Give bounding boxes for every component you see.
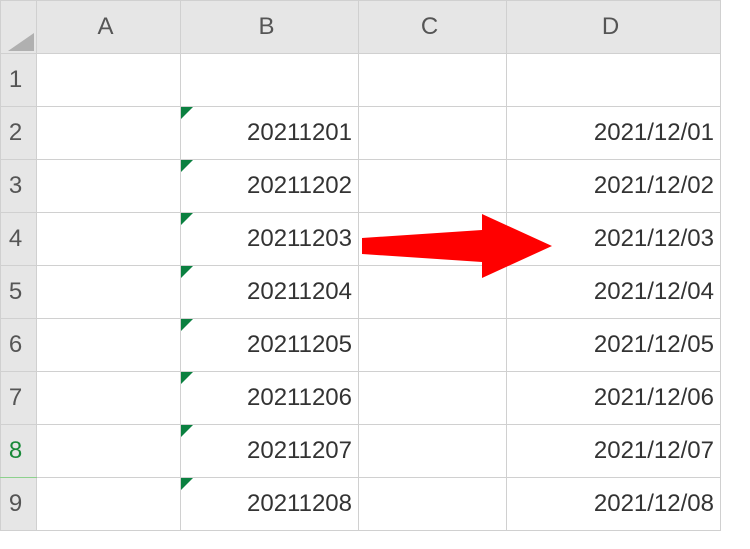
cell-A4[interactable] <box>37 213 181 266</box>
table-row: 9 20211208 2021/12/08 <box>1 478 721 531</box>
cell-D6[interactable]: 2021/12/05 <box>507 319 721 372</box>
cell-A9[interactable] <box>37 478 181 531</box>
cell-D2[interactable]: 2021/12/01 <box>507 107 721 160</box>
cell-C8[interactable] <box>359 425 507 478</box>
cell-C6[interactable] <box>359 319 507 372</box>
col-header-D[interactable]: D <box>507 1 721 54</box>
cell-D1[interactable] <box>507 54 721 107</box>
spreadsheet-grid: A B C D 1 2 20211201 2021/12/01 3 202112… <box>0 0 721 531</box>
col-header-C[interactable]: C <box>359 1 507 54</box>
row-header-8[interactable]: 8 <box>1 425 37 478</box>
row-header-9[interactable]: 9 <box>1 478 37 531</box>
cell-C1[interactable] <box>359 54 507 107</box>
select-all-corner[interactable] <box>1 1 37 54</box>
table-row: 1 <box>1 54 721 107</box>
row-header-6[interactable]: 6 <box>1 319 37 372</box>
cell-D3[interactable]: 2021/12/02 <box>507 160 721 213</box>
cell-D7[interactable]: 2021/12/06 <box>507 372 721 425</box>
cell-B9[interactable]: 20211208 <box>181 478 359 531</box>
cell-C3[interactable] <box>359 160 507 213</box>
cell-C5[interactable] <box>359 266 507 319</box>
cell-C2[interactable] <box>359 107 507 160</box>
cell-A1[interactable] <box>37 54 181 107</box>
cell-D8[interactable]: 2021/12/07 <box>507 425 721 478</box>
cell-C4[interactable] <box>359 213 507 266</box>
row-header-4[interactable]: 4 <box>1 213 37 266</box>
row-header-1[interactable]: 1 <box>1 54 37 107</box>
cell-B3[interactable]: 20211202 <box>181 160 359 213</box>
cell-C7[interactable] <box>359 372 507 425</box>
column-header-row: A B C D <box>1 1 721 54</box>
cell-A7[interactable] <box>37 372 181 425</box>
cell-B2[interactable]: 20211201 <box>181 107 359 160</box>
table-row: 3 20211202 2021/12/02 <box>1 160 721 213</box>
cell-A8[interactable] <box>37 425 181 478</box>
table-row: 6 20211205 2021/12/05 <box>1 319 721 372</box>
cell-C9[interactable] <box>359 478 507 531</box>
cell-D4[interactable]: 2021/12/03 <box>507 213 721 266</box>
cell-B5[interactable]: 20211204 <box>181 266 359 319</box>
col-header-A[interactable]: A <box>37 1 181 54</box>
cell-B8[interactable]: 20211207 <box>181 425 359 478</box>
cell-B4[interactable]: 20211203 <box>181 213 359 266</box>
table-row: 7 20211206 2021/12/06 <box>1 372 721 425</box>
table-row: 2 20211201 2021/12/01 <box>1 107 721 160</box>
table-row: 5 20211204 2021/12/04 <box>1 266 721 319</box>
cell-D5[interactable]: 2021/12/04 <box>507 266 721 319</box>
row-header-7[interactable]: 7 <box>1 372 37 425</box>
cell-B6[interactable]: 20211205 <box>181 319 359 372</box>
cell-D9[interactable]: 2021/12/08 <box>507 478 721 531</box>
cell-B1[interactable] <box>181 54 359 107</box>
cell-A2[interactable] <box>37 107 181 160</box>
cell-A3[interactable] <box>37 160 181 213</box>
cell-A6[interactable] <box>37 319 181 372</box>
col-header-B[interactable]: B <box>181 1 359 54</box>
cell-A5[interactable] <box>37 266 181 319</box>
cell-B7[interactable]: 20211206 <box>181 372 359 425</box>
row-header-3[interactable]: 3 <box>1 160 37 213</box>
row-header-5[interactable]: 5 <box>1 266 37 319</box>
table-row: 4 20211203 2021/12/03 <box>1 213 721 266</box>
row-header-2[interactable]: 2 <box>1 107 37 160</box>
table-row: 8 20211207 2021/12/07 <box>1 425 721 478</box>
